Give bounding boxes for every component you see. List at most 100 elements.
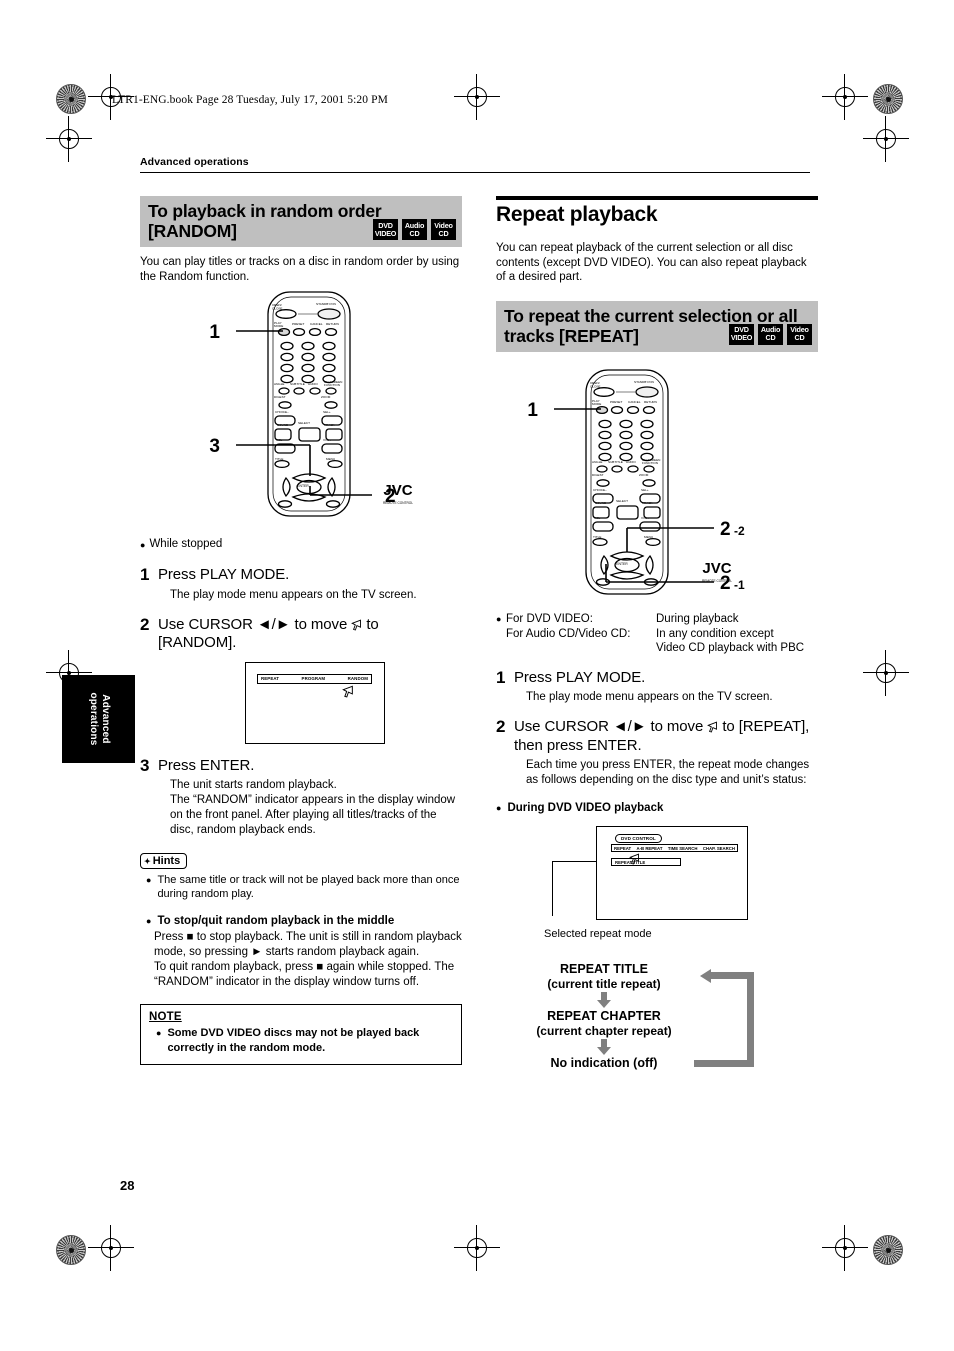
hint-item: ● The same title or track will not be pl… (140, 873, 462, 901)
osd-leader-line-vertical (552, 861, 553, 916)
print-color-disc-top-left (56, 84, 86, 114)
main-title-rule (496, 196, 818, 200)
registration-mark-bottom-left (88, 1225, 134, 1271)
during-dvd-bullet-icon: ● (496, 803, 502, 813)
cycle-loop-horizontal-bottom (694, 1060, 754, 1067)
osd-title: DVD CONTROL (615, 834, 662, 843)
svg-text:ANGLE: ANGLE (274, 382, 285, 386)
svg-text:DIGEST: DIGEST (592, 473, 604, 477)
svg-text:SEL+: SEL+ (641, 488, 649, 492)
right-column: Repeat playback You can repeat playback … (496, 196, 818, 1077)
tv-menu-item-program[interactable]: PROGRAM (302, 676, 326, 681)
remote-illustration-repeat: JVC REMOTE CONTROL OPEN/CLOSE STANDBY/ON… (496, 368, 818, 608)
tv-menu-item-random[interactable]: RANDOM (348, 676, 368, 681)
badge-dvd-video-repeat-line2: VIDEO (730, 333, 753, 342)
random-step-2-text-after: to (366, 615, 379, 633)
during-dvd-video-title-row: ● During DVD VIDEO playback (496, 801, 818, 815)
stop-quit-subsection-body: Press ■ to stop playback. The unit is st… (154, 931, 462, 988)
svg-text:STANDBY/ON: STANDBY/ON (634, 380, 654, 384)
svg-text:MENU: MENU (644, 535, 653, 539)
section-heading-repeat-line1: To repeat the current selection or all (504, 305, 798, 326)
svg-text:TITLE: TITLE (593, 535, 601, 539)
osd-menu-item-ab-repeat[interactable]: A-B REPEAT (637, 846, 663, 851)
note-box-random: NOTE ● Some DVD VIDEO discs may not be p… (140, 1004, 462, 1065)
repeat-step-1-text: Press PLAY MODE. (514, 668, 646, 686)
svg-text:SEL+: SEL+ (323, 410, 331, 414)
note-heading: NOTE (149, 1011, 182, 1023)
svg-text:SUBTITLE: SUBTITLE (608, 460, 623, 464)
hint-bullet-icon: ● (146, 875, 152, 885)
cycle-loop-arrowhead-icon (700, 968, 711, 983)
badge-audio-cd-line2: CD (409, 228, 420, 238)
svg-text:SOUND: SOUND (595, 501, 607, 505)
random-step-2: 2 Use CURSOR ◄/► to move to [RANDOM]. (140, 615, 462, 653)
svg-text:DIGEST: DIGEST (274, 395, 286, 399)
repeat-step-2-text-after: to [REPEAT], (722, 718, 810, 735)
badge-video-cd-repeat: Video CD (787, 323, 812, 345)
section-heading-random-line2: [RANDOM] (148, 221, 237, 241)
svg-text:CANCEL: CANCEL (310, 322, 323, 326)
repeat-step-2-number: 2 (496, 717, 506, 736)
svg-text:2: 2 (720, 573, 731, 594)
osd-menu-item-repeat[interactable]: REPEAT (614, 846, 631, 851)
repeat-mode-cycle-diagram: REPEAT TITLE (current title repeat) REPE… (496, 962, 796, 1077)
tv-screen-play-mode-menu: REPEAT PROGRAM RANDOM (245, 661, 385, 744)
cycle-step-2-sub: (current chapter repeat) (536, 1024, 672, 1038)
svg-text:TRACK: TRACK (324, 423, 335, 427)
print-color-disc-top-right (873, 84, 903, 114)
repeat-step-2-text-before: Use CURSOR ◄/► to move (514, 718, 704, 735)
svg-text:2: 2 (720, 519, 731, 540)
cycle-loop-horizontal-top (709, 972, 747, 979)
random-step-3-text: Press ENTER. (158, 756, 255, 774)
svg-text:ANGLE: ANGLE (592, 460, 603, 464)
svg-text:FUNCTION: FUNCTION (324, 383, 340, 387)
random-condition: ● While stopped (140, 537, 462, 553)
registration-mark-mid-right (863, 650, 909, 696)
cycle-step-1: REPEAT TITLE (current title repeat) (496, 962, 712, 992)
svg-text:TRACK: TRACK (642, 501, 653, 505)
hints-label: Hints (152, 855, 181, 867)
remote-control-svg-random: JVC REMOTE CONTROL OPEN/CLOSE STANDBY/ON… (209, 291, 413, 517)
registration-mark-top-right (822, 74, 868, 120)
repeat-condition-value-2: In any condition except (656, 627, 774, 640)
registration-mark-bottom-center (454, 1225, 500, 1271)
osd-selected-repeat-mode: REPEAT TITLE (611, 858, 681, 866)
tv-menu-item-repeat[interactable]: REPEAT (261, 676, 279, 681)
cycle-step-1-main: REPEAT TITLE (560, 962, 648, 976)
svg-text:ENTER: ENTER (616, 562, 628, 566)
repeat-conditions: ● For DVD VIDEO: During playback For Aud… (496, 612, 818, 656)
repeat-condition-label-2: For Audio CD/Video CD: (506, 627, 631, 640)
repeat-condition-label-1: For DVD VIDEO: (506, 612, 593, 625)
repeat-condition-label-3 (506, 641, 656, 656)
remote-callout-2-random: 2 (385, 486, 396, 507)
side-tab-advanced-operations: Advanced operations (62, 675, 135, 763)
osd-leader-line-horizontal (552, 861, 597, 862)
cursor-pointer-icon (351, 619, 362, 631)
badge-video-cd-line2: CD (438, 228, 449, 238)
random-step-3-number: 3 (140, 755, 150, 775)
cycle-loop-vertical (747, 972, 754, 1067)
page-number: 28 (120, 1178, 135, 1193)
badge-dvd-video-repeat: DVD VIDEO (729, 323, 754, 345)
osd-menu-item-chap-search[interactable]: CHAP. SEARCH (703, 846, 735, 851)
svg-text:STANDBY/ON: STANDBY/ON (316, 302, 336, 306)
random-step-3-detail: The unit starts random playback. The “RA… (170, 779, 456, 836)
cycle-step-2-main: REPEAT CHAPTER (547, 1009, 661, 1023)
svg-text:SELECT: SELECT (298, 421, 310, 425)
svg-text:AUDIO: AUDIO (308, 382, 318, 386)
stop-quit-subsection-title: To stop/quit random playback in the midd… (157, 915, 395, 927)
cycle-arrow-1-icon (496, 992, 712, 1009)
sparkle-icon: ✦ (144, 856, 151, 866)
remote-callout-2-2-repeat: 2 -2 (720, 519, 745, 540)
badge-dvd-video-line2: VIDEO (374, 228, 397, 238)
disc-badges-repeat: DVD VIDEO Audio CD Video CD (729, 323, 812, 345)
repeat-step-1-detail: The play mode menu appears on the TV scr… (526, 691, 773, 703)
remote-callout-1-repeat: 1 (527, 400, 538, 421)
registration-mark-bottom-right (822, 1225, 868, 1271)
cycle-step-3: No indication (off) (496, 1056, 712, 1071)
badge-audio-cd: Audio CD (402, 219, 427, 240)
note-bullet-icon: ● (156, 1028, 162, 1038)
osd-menu-item-time-search[interactable]: TIME SEARCH (668, 846, 698, 851)
badge-video-cd-repeat-line2: CD (794, 333, 805, 342)
svg-text:TITLE: TITLE (275, 457, 283, 461)
